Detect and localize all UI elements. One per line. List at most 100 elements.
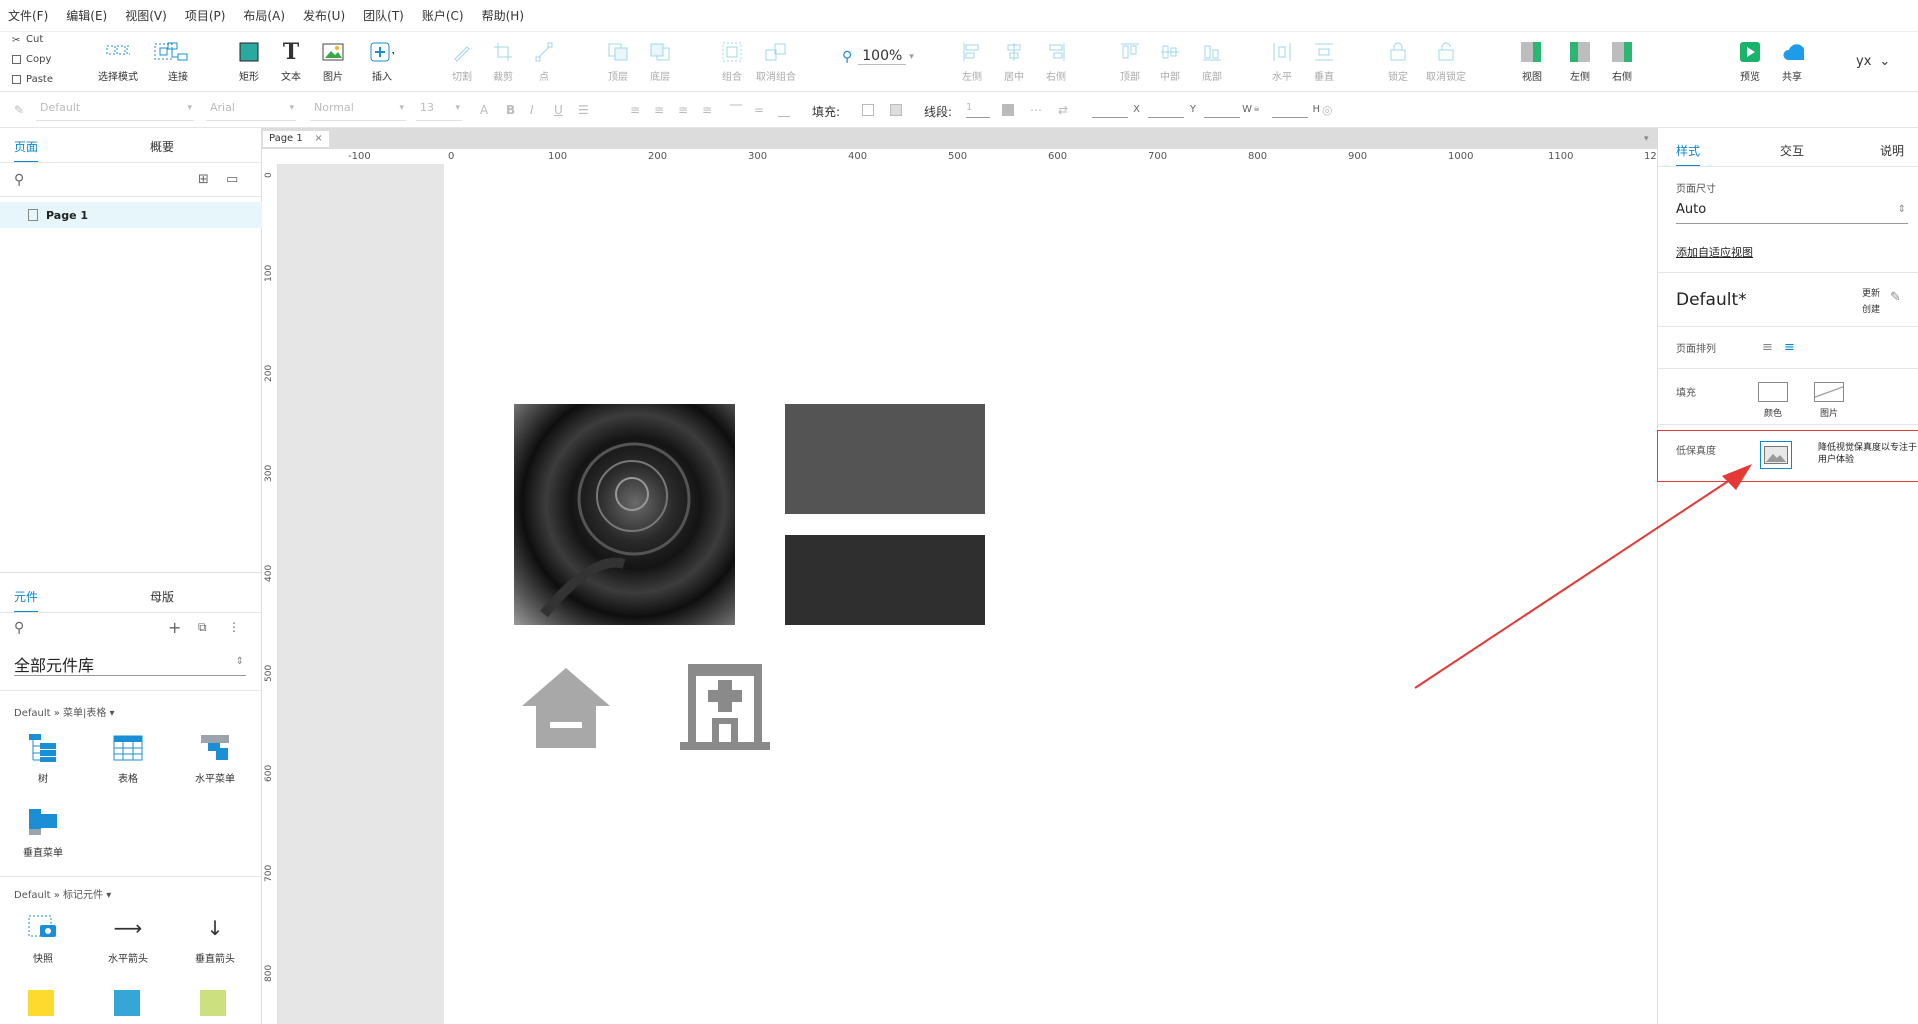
widget-table[interactable]: 表格 [93, 732, 163, 785]
align-bottom-button[interactable]: 底部 [1186, 40, 1238, 83]
tab-interactions[interactable]: 交互 [1780, 142, 1804, 159]
more-icon[interactable]: ⋮ [228, 620, 240, 634]
line-color-swatch[interactable] [1002, 104, 1014, 116]
tab-menu-icon[interactable]: ▾ [1644, 134, 1649, 144]
shadow-swatch[interactable] [890, 104, 902, 116]
dark-rectangle[interactable] [785, 535, 985, 625]
home-minus-icon[interactable] [520, 666, 612, 754]
sticky-note-green[interactable] [200, 990, 226, 1016]
text-color-icon[interactable]: A [480, 103, 488, 117]
tab-outline[interactable]: 概要 [150, 138, 174, 155]
fill-color-swatch[interactable] [862, 104, 874, 116]
page-list-item[interactable]: Page 1 [0, 202, 262, 228]
search-icon[interactable]: ⚲ [14, 620, 24, 636]
section-markup[interactable]: Default » 标记元件 ▾ [14, 886, 111, 901]
tab-style[interactable]: 样式 [1676, 142, 1701, 167]
paste-button[interactable]: Paste [12, 74, 53, 85]
right-panel-toggle[interactable]: 右侧 [1596, 40, 1648, 83]
fill-color-option[interactable]: 颜色 [1758, 382, 1788, 419]
copy-button[interactable]: Copy [12, 54, 51, 65]
tab-widgets[interactable]: 元件 [14, 588, 39, 613]
y-input[interactable]: Y [1148, 102, 1196, 118]
align-left-page-icon[interactable]: ≡ [1762, 340, 1773, 355]
widget-snapshot[interactable]: 快照 [8, 912, 78, 965]
line-width-input[interactable]: 1 [966, 102, 990, 118]
menu-edit[interactable]: 编辑(E) [66, 7, 107, 24]
add-page-icon[interactable]: ⊞ [198, 172, 209, 187]
section-menu-table[interactable]: Default » 菜单|表格 ▾ [14, 704, 115, 719]
align-center-page-icon[interactable]: ≡ [1784, 340, 1795, 355]
close-icon[interactable]: × [314, 131, 322, 147]
connect-button[interactable]: 连接 [152, 40, 204, 83]
gray-rectangle[interactable] [785, 404, 985, 514]
menu-layout[interactable]: 布局(A) [243, 7, 285, 24]
add-folder-icon[interactable]: ▭ [226, 172, 238, 187]
distribute-vertical-button[interactable]: 垂直 [1298, 40, 1350, 83]
lock-ratio-icon[interactable]: 🔒︎ [1254, 103, 1259, 114]
insert-button[interactable]: 插入 [356, 40, 408, 83]
menu-publish[interactable]: 发布(U) [303, 7, 345, 24]
tab-notes[interactable]: 说明 [1880, 142, 1904, 159]
menu-account[interactable]: 账户(C) [422, 7, 464, 24]
zoom-control[interactable]: ⚲ 100% ▾ [842, 48, 914, 65]
italic-icon[interactable]: I [530, 103, 534, 117]
line-pattern-icon[interactable]: ⋯ [1030, 103, 1042, 117]
widget-vertical-menu[interactable]: 垂直菜单 [8, 806, 78, 859]
bold-icon[interactable]: B [506, 103, 515, 117]
font-select[interactable]: Arial [206, 101, 296, 121]
widget-tree[interactable]: 树 [8, 732, 78, 785]
send-to-bottom-button[interactable]: 底层 [634, 40, 686, 83]
sticky-note-blue[interactable] [114, 990, 140, 1016]
add-adaptive-view-link[interactable]: 添加自适应视图 [1676, 244, 1753, 260]
menu-team[interactable]: 团队(T) [363, 7, 404, 24]
image-tool-button[interactable]: 图片 [307, 40, 359, 83]
valign-middle-icon[interactable]: = [754, 103, 764, 117]
sticky-note-yellow[interactable] [28, 990, 54, 1016]
tab-pages[interactable]: 页面 [14, 138, 39, 163]
create-style-link[interactable]: 创建 [1862, 302, 1880, 315]
x-input[interactable]: X [1092, 102, 1140, 118]
menu-file[interactable]: 文件(F) [8, 7, 48, 24]
align-text-center-icon[interactable]: ≡ [654, 103, 664, 117]
page-tab[interactable]: Page 1 × [262, 130, 330, 148]
widget-horizontal-menu[interactable]: 水平菜单 [180, 732, 250, 785]
hospital-icon[interactable] [678, 662, 772, 754]
align-right-button[interactable]: 右侧 [1030, 40, 1082, 83]
share-button[interactable]: 共享 [1766, 40, 1818, 83]
font-size-select[interactable]: 13 [416, 101, 462, 121]
view-button[interactable]: 视图 [1506, 40, 1558, 83]
align-text-right-icon[interactable]: ≡ [678, 103, 688, 117]
underline-icon[interactable]: U [554, 103, 563, 117]
ungroup-button[interactable]: 取消组合 [750, 40, 802, 83]
widget-vertical-arrow[interactable]: ↓ 垂直箭头 [180, 912, 250, 965]
point-tool-button[interactable]: 点 [518, 40, 570, 83]
library-select[interactable]: 全部元件库 ⇕ [14, 652, 246, 676]
add-library-icon[interactable]: + [168, 618, 181, 637]
align-text-justify-icon[interactable]: ≡ [702, 103, 712, 117]
menu-project[interactable]: 项目(P) [185, 7, 226, 24]
arrow-style-icon[interactable]: ⇄ [1058, 103, 1068, 117]
lock-button[interactable]: 锁定 [1372, 40, 1424, 83]
menu-view[interactable]: 视图(V) [125, 7, 167, 24]
valign-top-icon[interactable]: ⎺ [730, 103, 742, 118]
visibility-icon[interactable]: ◎ [1322, 103, 1332, 117]
unlock-button[interactable]: 取消锁定 [1420, 40, 1472, 83]
menu-help[interactable]: 帮助(H) [482, 7, 524, 24]
page-size-select[interactable]: Auto ⇕ [1676, 202, 1908, 224]
tab-masters[interactable]: 母版 [150, 588, 174, 605]
search-icon[interactable]: ⚲ [14, 172, 24, 188]
font-weight-select[interactable]: Normal [310, 101, 406, 121]
fill-image-option[interactable]: 图片 [1814, 382, 1844, 419]
style-select[interactable]: Default [36, 101, 194, 121]
width-input[interactable]: W [1204, 102, 1252, 118]
bullet-list-icon[interactable]: ☰ [578, 103, 589, 117]
valign-bottom-icon[interactable]: ⎽ [778, 103, 790, 118]
height-input[interactable]: H [1272, 102, 1320, 118]
rose-image[interactable] [514, 404, 735, 625]
library-copy-icon[interactable]: ⧉ [198, 620, 207, 635]
widget-horizontal-arrow[interactable]: ⟶ 水平箭头 [93, 912, 163, 965]
style-edit-icon[interactable]: ✎ [1890, 290, 1901, 305]
user-menu[interactable]: yx ⌄ [1856, 54, 1890, 69]
cut-button[interactable]: ✂ Cut [12, 34, 43, 46]
align-text-left-icon[interactable]: ≡ [630, 103, 640, 117]
